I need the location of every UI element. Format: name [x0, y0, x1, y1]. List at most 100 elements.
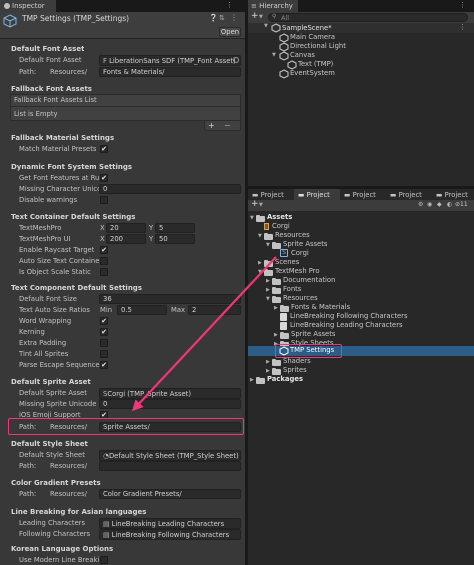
inspector-tab[interactable]: Inspector: [0, 0, 56, 12]
settings-icon[interactable]: ⇅: [219, 14, 225, 22]
min-ratio-input[interactable]: 0.5: [117, 305, 167, 315]
sprite-path-input[interactable]: Sprite Assets/: [99, 422, 241, 432]
project-item-fonts[interactable]: Fonts: [283, 285, 301, 293]
expand-arrow-icon[interactable]: ▼: [264, 23, 268, 29]
fallback-list-title: Fallback Font Assets List: [14, 96, 97, 104]
help-icon[interactable]: ❔: [209, 14, 218, 22]
default-sprite-asset-field[interactable]: SCorgi (TMP_Sprite Asset): [99, 388, 241, 399]
project-item-scenes[interactable]: Scenes: [275, 258, 299, 266]
tmp-y-input[interactable]: 5: [155, 223, 195, 233]
project-item-corgi-texture[interactable]: Corgi: [272, 222, 290, 230]
disable-warnings-checkbox[interactable]: [100, 196, 108, 204]
expand-arrow-icon[interactable]: ▼: [258, 233, 262, 239]
tint-sprites-checkbox[interactable]: [100, 350, 108, 358]
max-ratio-input[interactable]: 2: [188, 305, 241, 315]
project-item-lb-following[interactable]: LineBreaking Following Characters: [290, 312, 408, 320]
expand-arrow-icon[interactable]: ▼: [258, 269, 262, 275]
project-item-documentation[interactable]: Documentation: [283, 276, 335, 284]
ui-x-input[interactable]: 200: [106, 234, 146, 244]
project-tab-5[interactable]: ▬ Project: [432, 189, 474, 200]
context-menu-icon[interactable]: ⋮: [230, 13, 238, 22]
object-scale-static-checkbox[interactable]: [100, 268, 108, 276]
project-item-packages[interactable]: Packages: [267, 375, 303, 383]
project-item-resources[interactable]: Resources: [275, 231, 310, 239]
project-tab-4[interactable]: ▬ Project: [386, 189, 432, 200]
search-by-label-icon[interactable]: ◉: [427, 201, 432, 208]
remove-list-item-button[interactable]: −: [224, 121, 231, 130]
raycast-target-label: Enable Raycast Target: [19, 246, 95, 254]
hierarchy-item-directional-light[interactable]: Directional Light: [290, 42, 346, 50]
open-button[interactable]: Open: [219, 27, 241, 37]
project-item-shaders[interactable]: Shaders: [283, 357, 311, 365]
style-path-input[interactable]: [99, 461, 241, 471]
more-options-icon[interactable]: ⋮: [226, 1, 233, 9]
match-material-checkbox[interactable]: ✔: [100, 145, 108, 153]
search-icon: ⚲: [272, 13, 277, 20]
hierarchy-item-text-tmp[interactable]: Text (TMP): [298, 60, 333, 68]
ui-y-input[interactable]: 50: [155, 234, 195, 244]
project-item-lb-leading[interactable]: LineBreaking Leading Characters: [290, 321, 403, 329]
expand-arrow-icon[interactable]: ▼: [266, 296, 270, 302]
hierarchy-item-event-system[interactable]: EventSystem: [290, 69, 335, 77]
collapse-arrow-icon[interactable]: ▶: [250, 377, 254, 383]
project-item-sprites[interactable]: Sprites: [283, 366, 307, 374]
collapse-arrow-icon[interactable]: ▶: [274, 305, 278, 311]
following-chars-field[interactable]: ▤ LineBreaking Following Characters: [99, 529, 241, 540]
collapse-arrow-icon[interactable]: ▶: [266, 359, 270, 365]
project-item-sprite-assets[interactable]: Sprite Assets: [283, 240, 327, 248]
collapse-arrow-icon[interactable]: ▶: [274, 332, 278, 338]
dropdown-arrow-icon[interactable]: ▼: [259, 14, 263, 20]
kerning-checkbox[interactable]: ✔: [100, 328, 108, 336]
project-item-tmp-resources[interactable]: Resources: [283, 294, 318, 302]
modern-line-breaking-checkbox[interactable]: [100, 556, 108, 564]
search-by-type-icon[interactable]: ⚙: [418, 201, 423, 208]
expand-arrow-icon[interactable]: ▼: [266, 242, 270, 248]
object-picker-icon[interactable]: [233, 57, 239, 63]
collapse-arrow-icon[interactable]: ▶: [266, 287, 270, 293]
section-default-style-sheet: Default Style Sheet: [11, 440, 88, 448]
default-font-asset-field[interactable]: F LiberationSans SDF (TMP_Font Asset): [99, 55, 241, 66]
parse-escape-checkbox[interactable]: ✔: [100, 361, 108, 369]
hierarchy-item-main-camera[interactable]: Main Camera: [290, 33, 335, 41]
raycast-target-checkbox[interactable]: ✔: [100, 246, 108, 254]
project-add-button[interactable]: +: [251, 199, 259, 209]
add-list-item-button[interactable]: +: [208, 121, 215, 130]
expand-arrow-icon[interactable]: ▼: [272, 52, 276, 58]
collapse-arrow-icon[interactable]: ▶: [258, 260, 262, 266]
hierarchy-item-canvas[interactable]: Canvas: [290, 51, 315, 59]
auto-size-container-checkbox[interactable]: [100, 257, 108, 265]
scene-menu-icon[interactable]: ⋮: [459, 23, 466, 31]
project-item-textmesh-pro[interactable]: TextMesh Pro: [275, 267, 320, 275]
hierarchy-item-scene[interactable]: SampleScene*: [282, 24, 332, 32]
leading-chars-field[interactable]: ▤ LineBreaking Leading Characters: [99, 518, 241, 529]
extra-padding-checkbox[interactable]: [100, 339, 108, 347]
get-font-features-checkbox[interactable]: ✔: [100, 174, 108, 182]
project-tab-3[interactable]: ▬ Project: [340, 189, 386, 200]
text-asset-icon: ▤: [103, 531, 110, 539]
dropdown-arrow-icon[interactable]: ▼: [259, 202, 263, 208]
project-tab-2[interactable]: ▬ Project: [294, 189, 340, 200]
hierarchy-menu-icon[interactable]: ⋮: [459, 1, 466, 9]
min-ratio-label: Min: [100, 306, 113, 314]
hierarchy-search-input[interactable]: All: [268, 13, 468, 22]
project-tab-label: Project: [444, 191, 468, 199]
missing-sprite-unicode-input[interactable]: 0: [99, 399, 241, 409]
project-item-corgi-sprite[interactable]: Corgi: [291, 249, 309, 257]
collapse-arrow-icon[interactable]: ▶: [266, 368, 270, 374]
font-path-input[interactable]: Fonts & Materials/: [99, 67, 241, 77]
project-item-assets[interactable]: Assets: [267, 213, 292, 221]
default-style-sheet-field[interactable]: ◔Default Style Sheet (TMP_Style Sheet): [99, 450, 241, 461]
project-item-fonts-materials[interactable]: Fonts & Materials: [291, 303, 350, 311]
label-tag-icon[interactable]: ◆: [437, 201, 442, 208]
expand-arrow-icon[interactable]: ▼: [250, 215, 254, 221]
gradient-path-input[interactable]: Color Gradient Presets/: [99, 489, 241, 499]
default-font-size-input[interactable]: 36: [99, 294, 241, 304]
hidden-packages-icon[interactable]: ◐: [447, 201, 452, 208]
project-item-tmp-sprite-assets[interactable]: Sprite Assets: [291, 330, 335, 338]
project-item-tmp-settings[interactable]: TMP Settings: [290, 346, 334, 354]
hierarchy-add-button[interactable]: +: [251, 11, 259, 21]
missing-char-unicode-input[interactable]: 0: [99, 184, 241, 194]
collapse-arrow-icon[interactable]: ▶: [266, 278, 270, 284]
tmp-x-input[interactable]: 20: [106, 223, 146, 233]
word-wrapping-checkbox[interactable]: ✔: [100, 317, 108, 325]
